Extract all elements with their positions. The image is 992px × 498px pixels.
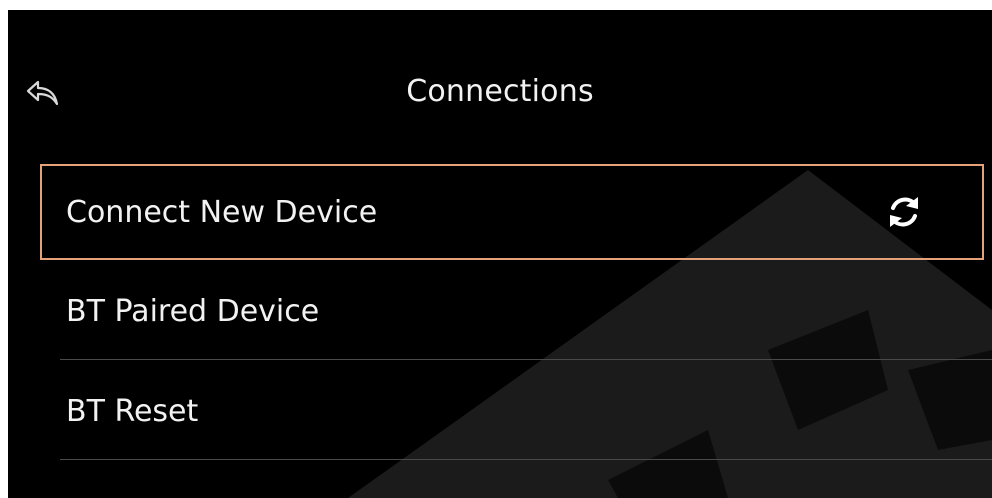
sync-icon[interactable] — [884, 192, 924, 232]
menu-item-label: BT Reset — [66, 394, 199, 429]
menu-item-bt-paired-device[interactable]: BT Paired Device — [40, 264, 984, 360]
menu-item-label: Connect New Device — [66, 195, 378, 230]
menu-item-connect-new-device[interactable]: Connect New Device — [40, 164, 984, 260]
header: Connections — [8, 10, 992, 160]
menu-item-bt-reset[interactable]: BT Reset — [40, 364, 984, 460]
connections-screen: Connections Connect New Device BT Paired… — [8, 10, 992, 498]
menu-item-label: BT Paired Device — [66, 294, 320, 329]
page-title: Connections — [406, 74, 594, 109]
divider — [60, 459, 992, 460]
divider — [60, 359, 992, 360]
